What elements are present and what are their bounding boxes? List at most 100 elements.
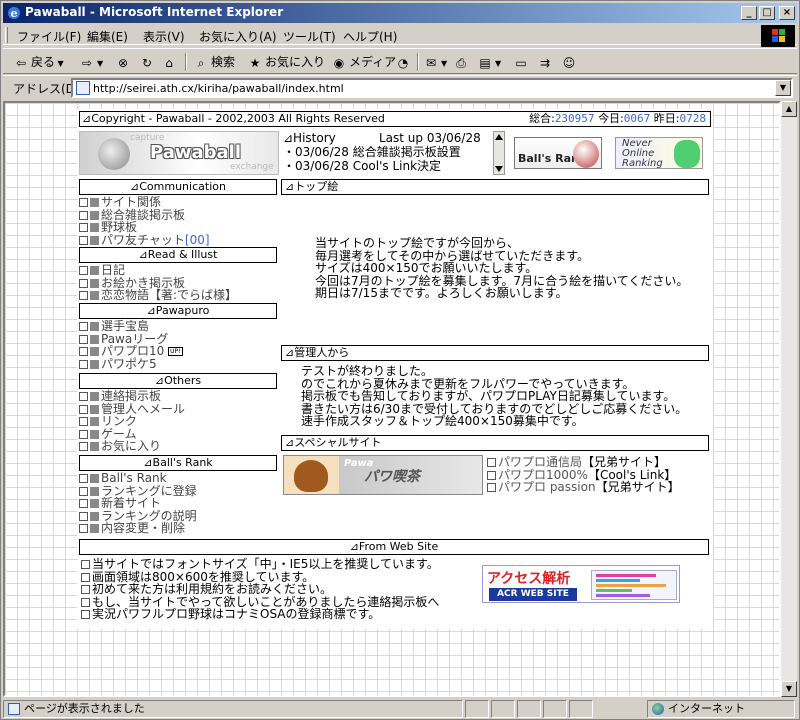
nav-balls-rank-list: Ball's Rank ランキングに登録 新着サイト ランキングの説明 内容変更… — [79, 472, 197, 535]
minimize-button[interactable]: _ — [741, 6, 757, 20]
nav-pawapuro-list: 選手宝島 Pawaリーグ パワプロ10 UP! パワポケ5 — [79, 320, 183, 370]
nav-read-illust-header: ⊿Read & Illust — [79, 247, 277, 263]
acr-access-analysis-banner[interactable]: アクセス解析 ACR WEB SITE — [482, 565, 680, 603]
stop-icon: ⊗ — [117, 55, 129, 70]
edit-button[interactable]: ▤ ▼ — [477, 52, 501, 72]
menu-tools[interactable]: ツール(T) — [283, 28, 336, 45]
print-button[interactable]: ⎙ — [453, 52, 471, 72]
back-button[interactable]: ⇦ 戻る ▼ — [13, 52, 64, 72]
status-cell — [543, 700, 567, 718]
nav-balls-rank-header: ⊿Ball's Rank — [79, 455, 277, 471]
maximize-button[interactable]: □ — [759, 6, 775, 20]
mail-dropdown-icon: ▼ — [441, 59, 448, 68]
history-scrollbar[interactable] — [493, 131, 505, 175]
toolbar-separator — [185, 53, 187, 71]
discuss-button[interactable]: ▭ — [513, 52, 531, 72]
mail-button[interactable]: ✉ ▼ — [423, 52, 447, 72]
status-zone-cell: インターネット — [647, 700, 795, 718]
research-button[interactable]: ⇉ — [537, 52, 555, 72]
history-header: ⊿History Last up 03/06/28 — [283, 131, 503, 145]
never-online-character — [674, 140, 700, 168]
acr-subtitle: ACR WEB SITE — [489, 588, 577, 601]
nav-item[interactable]: パワ友チャット[00] — [79, 233, 210, 247]
from-web-site-header: ⊿From Web Site — [79, 539, 709, 555]
scroll-up-icon[interactable] — [495, 134, 503, 140]
status-cell — [569, 700, 593, 718]
vertical-scrollbar[interactable]: ▲ ▼ — [781, 101, 797, 697]
nav-item[interactable]: 内容変更・削除 — [79, 522, 197, 535]
menu-favorites[interactable]: お気に入り(A) — [199, 28, 277, 45]
balls-rank-banner[interactable]: Ball's Rank — [514, 137, 602, 169]
scroll-down-arrow-icon[interactable]: ▼ — [781, 681, 797, 697]
history-item: ・03/06/28 Cool's Link決定 — [283, 159, 442, 173]
forward-button[interactable]: ⇨ ▼ — [79, 52, 103, 72]
media-button[interactable]: ◉ メディア — [331, 52, 396, 72]
messenger-button[interactable]: ☺ — [561, 52, 579, 72]
print-icon: ⎙ — [456, 55, 466, 70]
home-button[interactable]: ⌂ — [161, 52, 179, 72]
menu-help[interactable]: ヘルプ(H) — [343, 28, 397, 45]
special-site-link[interactable]: パワプロ passion【兄弟サイト】 — [487, 481, 680, 494]
top-art-header: ⊿トップ絵 — [281, 179, 709, 195]
mail-icon: ✉ — [425, 55, 437, 70]
window-title: Pawaball - Microsoft Internet Explorer — [25, 5, 284, 19]
address-input[interactable]: http://seirei.ath.cx/kiriha/pawaball/ind… — [71, 78, 793, 98]
address-label: アドレス(D) — [13, 82, 80, 96]
windows-logo-icon — [761, 25, 795, 47]
up-badge: UP! — [168, 347, 183, 357]
nav-communication-header: ⊿Communication — [79, 179, 277, 195]
edit-icon: ▤ — [479, 55, 491, 70]
globe-icon — [652, 703, 664, 715]
today-counter: 0067 — [623, 112, 651, 125]
nav-item[interactable]: パワポケ5 — [79, 357, 183, 371]
address-dropdown-icon[interactable]: ▼ — [775, 80, 791, 96]
balls-rank-character — [573, 140, 599, 168]
pawa-kissa-banner[interactable]: Pawa パワ喫茶 — [283, 455, 483, 495]
menu-edit[interactable]: 編集(E) — [87, 28, 128, 45]
from-web-site-list: 当サイトではフォントサイズ「中」・IE5以上を推奨しています。 画面領域は800… — [81, 558, 439, 621]
history-item: ・03/06/28 総合雑談掲示板設置 — [283, 145, 461, 159]
media-icon: ◉ — [333, 55, 345, 70]
scroll-up-arrow-icon[interactable]: ▲ — [781, 101, 797, 117]
special-site-header: ⊿スペシャルサイト — [281, 435, 709, 451]
menu-view[interactable]: 表示(V) — [143, 28, 185, 45]
close-button[interactable]: × — [779, 6, 795, 20]
today-label: 今日: — [598, 112, 624, 125]
forward-dropdown-icon: ▼ — [97, 59, 104, 68]
stop-button[interactable]: ⊗ — [115, 52, 133, 72]
favorites-icon: ★ — [249, 55, 261, 70]
nav-communication-list: サイト関係 総合雑談掲示板 野球板 パワ友チャット[00] — [79, 196, 210, 246]
acr-title: アクセス解析 — [487, 571, 571, 587]
history-icon: ◔ — [397, 55, 409, 70]
status-text: ページが表示されました — [24, 702, 145, 715]
history-title: ⊿History — [283, 131, 336, 145]
never-online-ranking-banner[interactable]: Never Online Ranking — [615, 137, 703, 169]
page-icon — [76, 81, 90, 95]
nav-item[interactable]: お気に入り — [79, 440, 185, 453]
menu-file[interactable]: ファイル(F) — [17, 28, 81, 45]
refresh-icon: ↻ — [141, 55, 153, 70]
nav-item[interactable]: 総合雑談掲示板 — [79, 208, 210, 222]
top-art-message: 当サイトのトップ絵ですが今回から、 毎月選考をしてその中から選ばせていただきます… — [315, 236, 689, 301]
search-button[interactable]: ⌕ 検索 — [193, 52, 235, 72]
nav-pawapuro-header: ⊿Pawapuro — [79, 303, 277, 319]
status-cell — [517, 700, 541, 718]
media-label: メディア — [349, 55, 397, 69]
site-logo: capture Pawaball exchange — [79, 131, 279, 175]
special-site-list: パワプロ通信局【兄弟サイト】 パワプロ1000%【Cool's Link】 パワ… — [487, 456, 680, 494]
address-bar: アドレス(D) http://seirei.ath.cx/kiriha/pawa… — [3, 75, 797, 99]
nav-read-illust-list: 日記 お絵かき掲示板 恋恋物語【著:でらば様】 — [79, 264, 237, 302]
ranking-text: Ranking — [622, 158, 663, 169]
refresh-button[interactable]: ↻ — [139, 52, 157, 72]
counter-area: 総合:230957 今日:0067 昨日:0728 — [529, 112, 706, 126]
nav-item[interactable]: 恋恋物語【著:でらば様】 — [79, 289, 237, 302]
title-bar: e Pawaball - Microsoft Internet Explorer… — [3, 3, 797, 23]
total-label: 総合: — [529, 112, 555, 125]
menu-grip — [5, 27, 8, 43]
scroll-down-icon[interactable] — [495, 166, 503, 172]
total-counter: 230957 — [554, 112, 595, 125]
history-button[interactable]: ◔ — [395, 52, 413, 72]
acr-chart-graphic — [591, 570, 677, 600]
favorites-button[interactable]: ★ お気に入り — [247, 52, 325, 72]
toolbar-separator — [417, 53, 419, 71]
